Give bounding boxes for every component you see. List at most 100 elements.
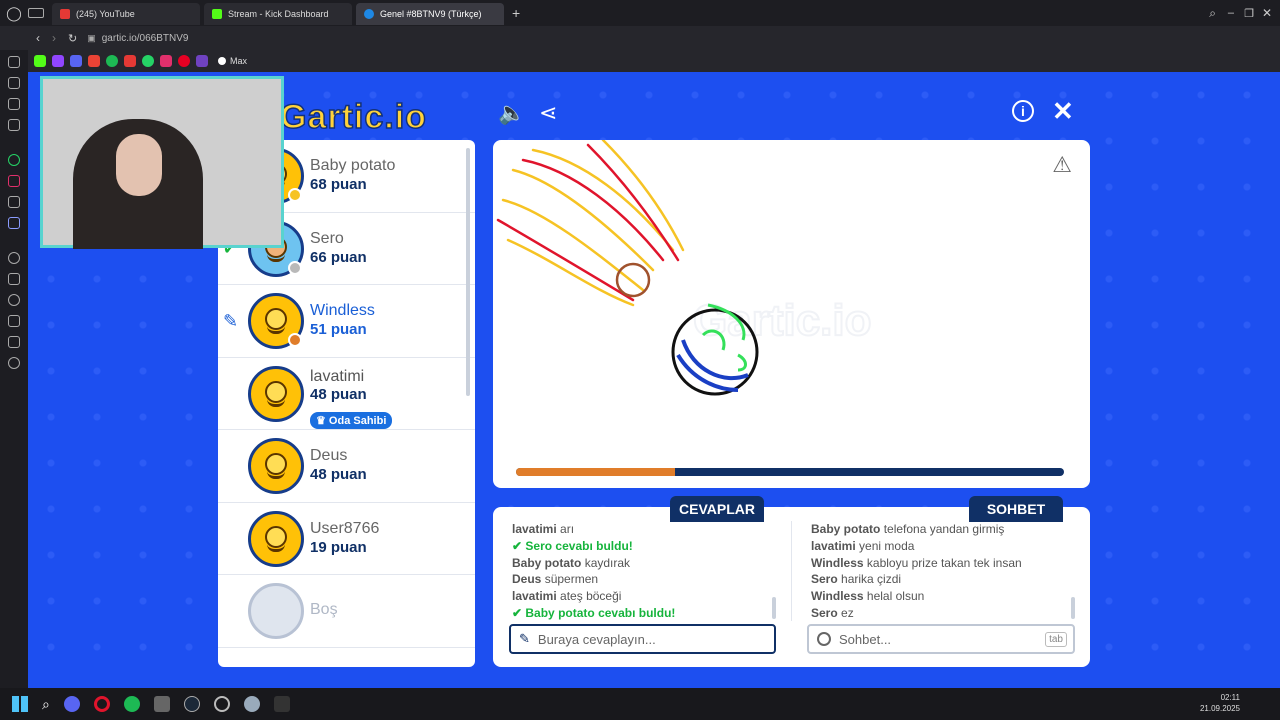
history-icon[interactable] <box>8 294 20 306</box>
log-line: Windless kabloyu prize takan tek insan <box>811 555 1071 572</box>
opera-taskbar-icon[interactable] <box>93 696 110 712</box>
spotify-bookmark-icon[interactable] <box>106 55 118 67</box>
player-row-drawing[interactable]: ✎ Windless 51 puan <box>218 285 475 358</box>
tab-gartic[interactable]: Genel #8BTNV9 (Türkçe) <box>356 3 504 25</box>
player-row[interactable]: User8766 19 puan <box>218 503 475 575</box>
address-bar: ‹ › ↻ ▣ gartic.io/066BTNV9 <box>0 26 1280 50</box>
taskbar-search-icon[interactable]: ⌕ <box>42 696 50 713</box>
discord-bookmark-icon[interactable] <box>70 55 82 67</box>
round-timer-fill <box>516 468 675 476</box>
player-status-dot <box>288 260 302 275</box>
player-status-dot <box>288 333 302 347</box>
log-line: Sero harika çizdi <box>811 571 1071 588</box>
player-icon[interactable] <box>8 252 20 264</box>
log-text: cevabı buldu! <box>555 538 633 553</box>
tab-youtube[interactable]: (245) YouTube <box>52 3 200 25</box>
app-taskbar-icon[interactable] <box>153 696 170 712</box>
discord-taskbar-icon[interactable] <box>63 696 80 712</box>
search-tabs-icon[interactable]: ⌕ <box>1209 6 1216 21</box>
log-line: Sero ez <box>811 605 1071 621</box>
url-field[interactable]: gartic.io/066BTNV9 <box>102 33 189 44</box>
chat-scrollbar[interactable] <box>1071 597 1075 619</box>
discord-icon[interactable] <box>8 217 20 229</box>
sound-icon[interactable]: 🔈 <box>498 100 525 126</box>
player-score: 66 puan <box>310 248 367 266</box>
youtube-bookmark-icon[interactable] <box>124 55 136 67</box>
speed-dial-icon[interactable] <box>8 56 20 68</box>
favorites-icon[interactable] <box>8 273 20 285</box>
tab-answers[interactable]: CEVAPLAR <box>670 496 764 522</box>
whatsapp-bookmark-icon[interactable] <box>142 55 154 67</box>
gmail-bookmark-icon[interactable] <box>88 55 100 67</box>
player-row[interactable]: lavatimi 48 puan ♛ Oda Sahibi <box>218 358 475 430</box>
log-line: lavatimi arı <box>512 521 772 538</box>
pencil-icon: ✎ <box>519 631 530 646</box>
streamer-face <box>116 134 162 196</box>
close-icon[interactable]: ✕ <box>1052 96 1074 127</box>
workspace-icon[interactable] <box>28 8 44 18</box>
bookmark-icon[interactable] <box>196 55 208 67</box>
log-text: süpermen <box>544 572 599 587</box>
screen: ◯ (245) YouTube Stream - Kick Dashboard … <box>0 0 1280 720</box>
steam-taskbar-icon[interactable] <box>183 696 200 712</box>
settings-icon[interactable] <box>8 357 20 369</box>
downloads-icon[interactable] <box>8 315 20 327</box>
instagram-bookmark-icon[interactable] <box>160 55 172 67</box>
player-row-empty[interactable]: Boş <box>218 575 475 648</box>
back-icon[interactable]: ‹ <box>36 31 40 45</box>
x-icon[interactable] <box>8 196 20 208</box>
answer-input[interactable]: ✎ Buraya cevaplayın... <box>509 624 776 654</box>
instagram-icon[interactable] <box>8 175 20 187</box>
log-text: yeni moda <box>859 538 915 553</box>
twitch-bookmark-icon[interactable] <box>52 55 64 67</box>
chat-input-placeholder: Sohbet... <box>839 631 892 647</box>
spotify-taskbar-icon[interactable] <box>123 696 140 712</box>
extensions-icon[interactable] <box>8 336 20 348</box>
share-icon[interactable]: ⋖ <box>539 100 557 126</box>
whatsapp-icon[interactable] <box>8 154 20 166</box>
tab-kick[interactable]: Stream - Kick Dashboard <box>204 3 352 25</box>
chat-input[interactable]: Sohbet... tab <box>807 624 1075 654</box>
new-tab-icon[interactable]: + <box>512 5 520 21</box>
player-row[interactable]: Deus 48 puan <box>218 430 475 503</box>
log-username: Windless <box>811 555 864 570</box>
player-score: 48 puan <box>310 466 367 483</box>
chat-lines: Baby potato telefona yandan girmiş lavati… <box>811 521 1071 621</box>
news-icon[interactable] <box>8 98 20 110</box>
kick-bookmark-icon[interactable] <box>34 55 46 67</box>
tab-chat[interactable]: SOHBET <box>969 496 1063 522</box>
pinterest-bookmark-icon[interactable] <box>178 55 190 67</box>
room-owner-badge: ♛ Oda Sahibi <box>310 411 393 429</box>
drawing-canvas[interactable]: ⚠ Gartic.io <box>493 140 1090 488</box>
reload-icon[interactable]: ↻ <box>68 32 77 45</box>
check-icon: ✔ <box>512 538 526 553</box>
forward-icon[interactable]: › <box>52 31 56 45</box>
clock-date: 21.09.2025 <box>1199 704 1240 713</box>
info-icon[interactable]: i <box>1012 100 1034 122</box>
windows-start-icon[interactable] <box>12 696 28 712</box>
app2-taskbar-icon[interactable] <box>213 696 230 712</box>
lock-icon: ▣ <box>87 32 96 43</box>
answers-scrollbar[interactable] <box>772 597 776 619</box>
app3-taskbar-icon[interactable] <box>243 696 260 712</box>
log-line: ✔ Baby potato cevabı buldu! <box>512 605 772 621</box>
log-line: Baby potato kaydırak <box>512 555 772 572</box>
minimize-icon[interactable]: – <box>1228 7 1234 19</box>
answers-lines: lavatimi arı ✔ Sero cevabı buldu! Baby pot… <box>512 521 772 621</box>
max-bookmark[interactable]: Max <box>218 56 247 66</box>
player-score: 51 puan <box>310 321 367 338</box>
system-clock[interactable]: 02:11 21.09.2025 <box>1200 692 1240 714</box>
epic-taskbar-icon[interactable] <box>273 696 290 712</box>
browser-menu-icon[interactable]: ◯ <box>0 5 28 22</box>
max-icon <box>218 57 226 65</box>
gamer-icon[interactable] <box>8 77 20 89</box>
log-text: ez <box>841 605 854 620</box>
player-name: User8766 <box>310 519 380 537</box>
maximize-icon[interactable]: ❐ <box>1244 7 1254 20</box>
messenger-icon[interactable] <box>8 119 20 131</box>
avatar <box>248 365 304 422</box>
close-window-icon[interactable]: ✕ <box>1262 6 1272 20</box>
players-scrollbar[interactable] <box>466 148 470 396</box>
log-text: kaydırak <box>584 555 631 570</box>
bookmarks-bar: Max <box>28 50 1280 72</box>
